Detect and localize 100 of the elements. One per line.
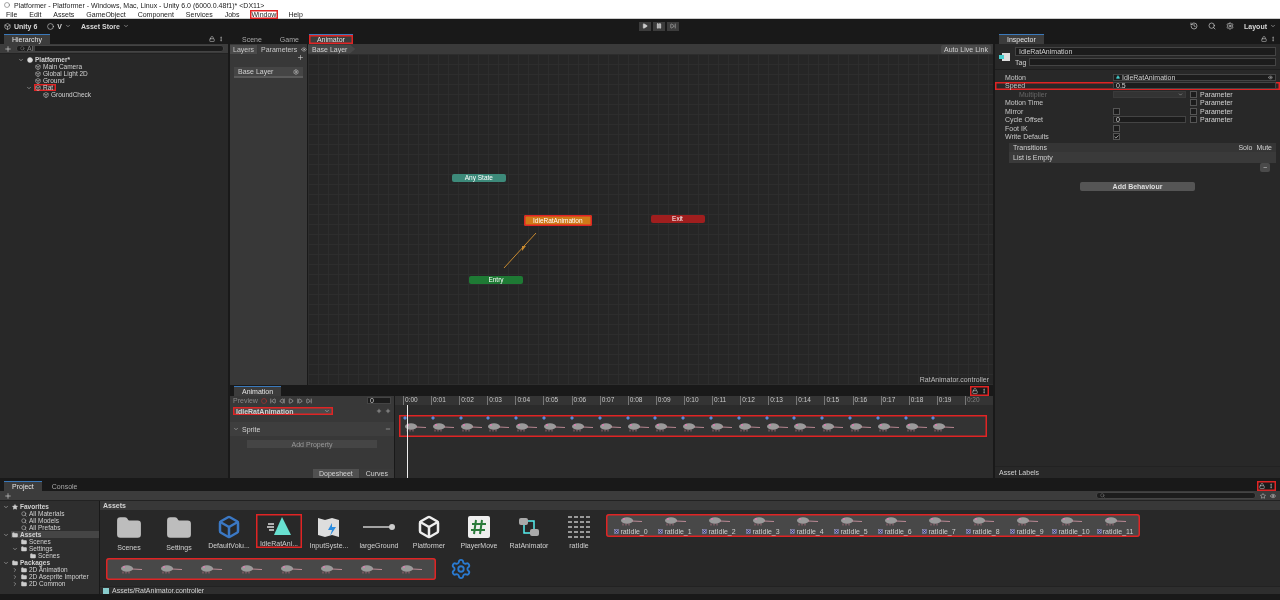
pause-button[interactable] — [653, 21, 666, 31]
rat-sprite-icon — [239, 564, 263, 574]
more-icon[interactable] — [1270, 36, 1276, 42]
play-icon[interactable] — [287, 397, 294, 404]
eye-icon[interactable] — [301, 45, 307, 53]
keyframe-icon[interactable] — [458, 416, 463, 420]
map-icon — [316, 515, 342, 539]
eye-icon[interactable] — [1270, 492, 1276, 499]
settings-asset-icon[interactable] — [450, 558, 472, 580]
lock-icon[interactable] — [1259, 483, 1265, 489]
rat-sprite-icon — [839, 516, 863, 526]
checkbox[interactable] — [1113, 133, 1120, 141]
sprite-icon — [922, 529, 928, 534]
search-field[interactable] — [1096, 492, 1256, 499]
rat-sprite-icon — [653, 422, 678, 432]
keyframe-icon[interactable] — [848, 416, 852, 420]
first-key-icon[interactable] — [269, 397, 276, 404]
keyframe-icon[interactable] — [625, 416, 630, 420]
keyframe-icon[interactable] — [653, 416, 658, 420]
search-icon — [20, 46, 25, 51]
sprite-icon — [1010, 529, 1016, 534]
step-button[interactable] — [667, 21, 680, 31]
rat-sprite-icon — [681, 422, 706, 432]
checkbox[interactable] — [1190, 116, 1197, 124]
add-key-icon[interactable] — [376, 408, 382, 414]
checkbox[interactable] — [1113, 124, 1120, 132]
checkbox[interactable] — [1113, 107, 1120, 115]
rat-sprite-icon — [1015, 516, 1039, 526]
rat-sprite-icon — [663, 516, 687, 526]
rat-sprite-icon — [514, 422, 539, 432]
checkbox[interactable] — [1190, 107, 1197, 115]
controller-icon — [103, 587, 109, 594]
script-icon — [467, 515, 491, 539]
checkbox[interactable] — [1190, 99, 1197, 107]
rat-sprite-icon — [199, 564, 223, 574]
rat-sprite-icon — [792, 422, 817, 432]
rat-sprite-icon — [883, 516, 907, 526]
rat-sprite-icon — [820, 422, 845, 432]
rat-sprite-icon — [764, 422, 789, 432]
settings-icon[interactable] — [293, 68, 299, 75]
clip-icon — [1116, 75, 1120, 80]
tag-field[interactable] — [1029, 58, 1276, 66]
rat-sprite-icon — [399, 564, 423, 574]
history-icon[interactable] — [1190, 22, 1199, 30]
keyframe-icon[interactable] — [708, 416, 713, 420]
caret-icon — [324, 408, 330, 414]
more-icon[interactable] — [218, 36, 224, 42]
check-icon — [1114, 133, 1119, 140]
rat-sprite-icon — [875, 422, 900, 432]
more-icon[interactable] — [981, 388, 987, 394]
add-icon[interactable] — [297, 54, 304, 61]
folder-icon — [116, 515, 142, 541]
keyframe-icon[interactable] — [569, 416, 574, 420]
rat-sprite-icon — [903, 422, 928, 432]
star-icon[interactable] — [1260, 492, 1266, 499]
keyframe-icon[interactable] — [903, 416, 908, 420]
lock-icon[interactable] — [972, 388, 978, 394]
keyframe-icon[interactable] — [931, 416, 936, 420]
rat-sprite-icon — [736, 422, 761, 432]
sprite-icon — [658, 529, 664, 534]
cube-icon — [43, 91, 49, 98]
cube-icon — [4, 22, 11, 30]
add-icon[interactable] — [4, 491, 12, 500]
keyframe-icon[interactable] — [764, 416, 769, 420]
keyframe-icon[interactable] — [597, 416, 602, 420]
keyframe-icon[interactable] — [403, 416, 407, 420]
keyframe-icon[interactable] — [820, 416, 825, 420]
rat-sprite-icon — [542, 422, 567, 432]
previous-key-icon[interactable] — [278, 397, 285, 404]
folder-icon — [166, 515, 192, 541]
picker-icon[interactable] — [1268, 74, 1273, 80]
keyframe-icon[interactable] — [542, 416, 547, 420]
settings-icon[interactable] — [1226, 22, 1235, 30]
search-icon[interactable] — [1208, 22, 1217, 30]
lock-icon[interactable] — [209, 36, 215, 42]
add-event-icon[interactable] — [385, 408, 391, 414]
keyframe-icon[interactable] — [736, 416, 741, 420]
keyframe-icon[interactable] — [792, 416, 797, 420]
rat-sprite-icon — [597, 422, 622, 432]
keyframe-icon[interactable] — [875, 416, 880, 420]
next-key-icon[interactable] — [296, 397, 303, 404]
folder-icon — [30, 552, 36, 559]
sprite-icon — [790, 529, 796, 534]
lock-icon[interactable] — [1261, 36, 1267, 42]
keyframe-icon[interactable] — [430, 416, 435, 420]
keyframe-icon[interactable] — [486, 416, 491, 420]
sprite-icon — [966, 529, 972, 534]
rat-sprite-icon — [458, 422, 483, 432]
sprite-icon — [702, 529, 708, 534]
keyframe-icon[interactable] — [514, 416, 519, 420]
last-key-icon[interactable] — [305, 397, 312, 404]
more-icon[interactable] — [1268, 483, 1274, 489]
play-button[interactable] — [639, 21, 652, 31]
rat-sprite-icon — [319, 564, 343, 574]
rat-sprite-icon — [403, 422, 427, 432]
rat-sprite-icon — [119, 564, 143, 574]
caret-icon — [1270, 23, 1276, 29]
rat-sprite-icon — [708, 422, 733, 432]
add-icon[interactable] — [4, 44, 12, 53]
keyframe-icon[interactable] — [681, 416, 686, 420]
